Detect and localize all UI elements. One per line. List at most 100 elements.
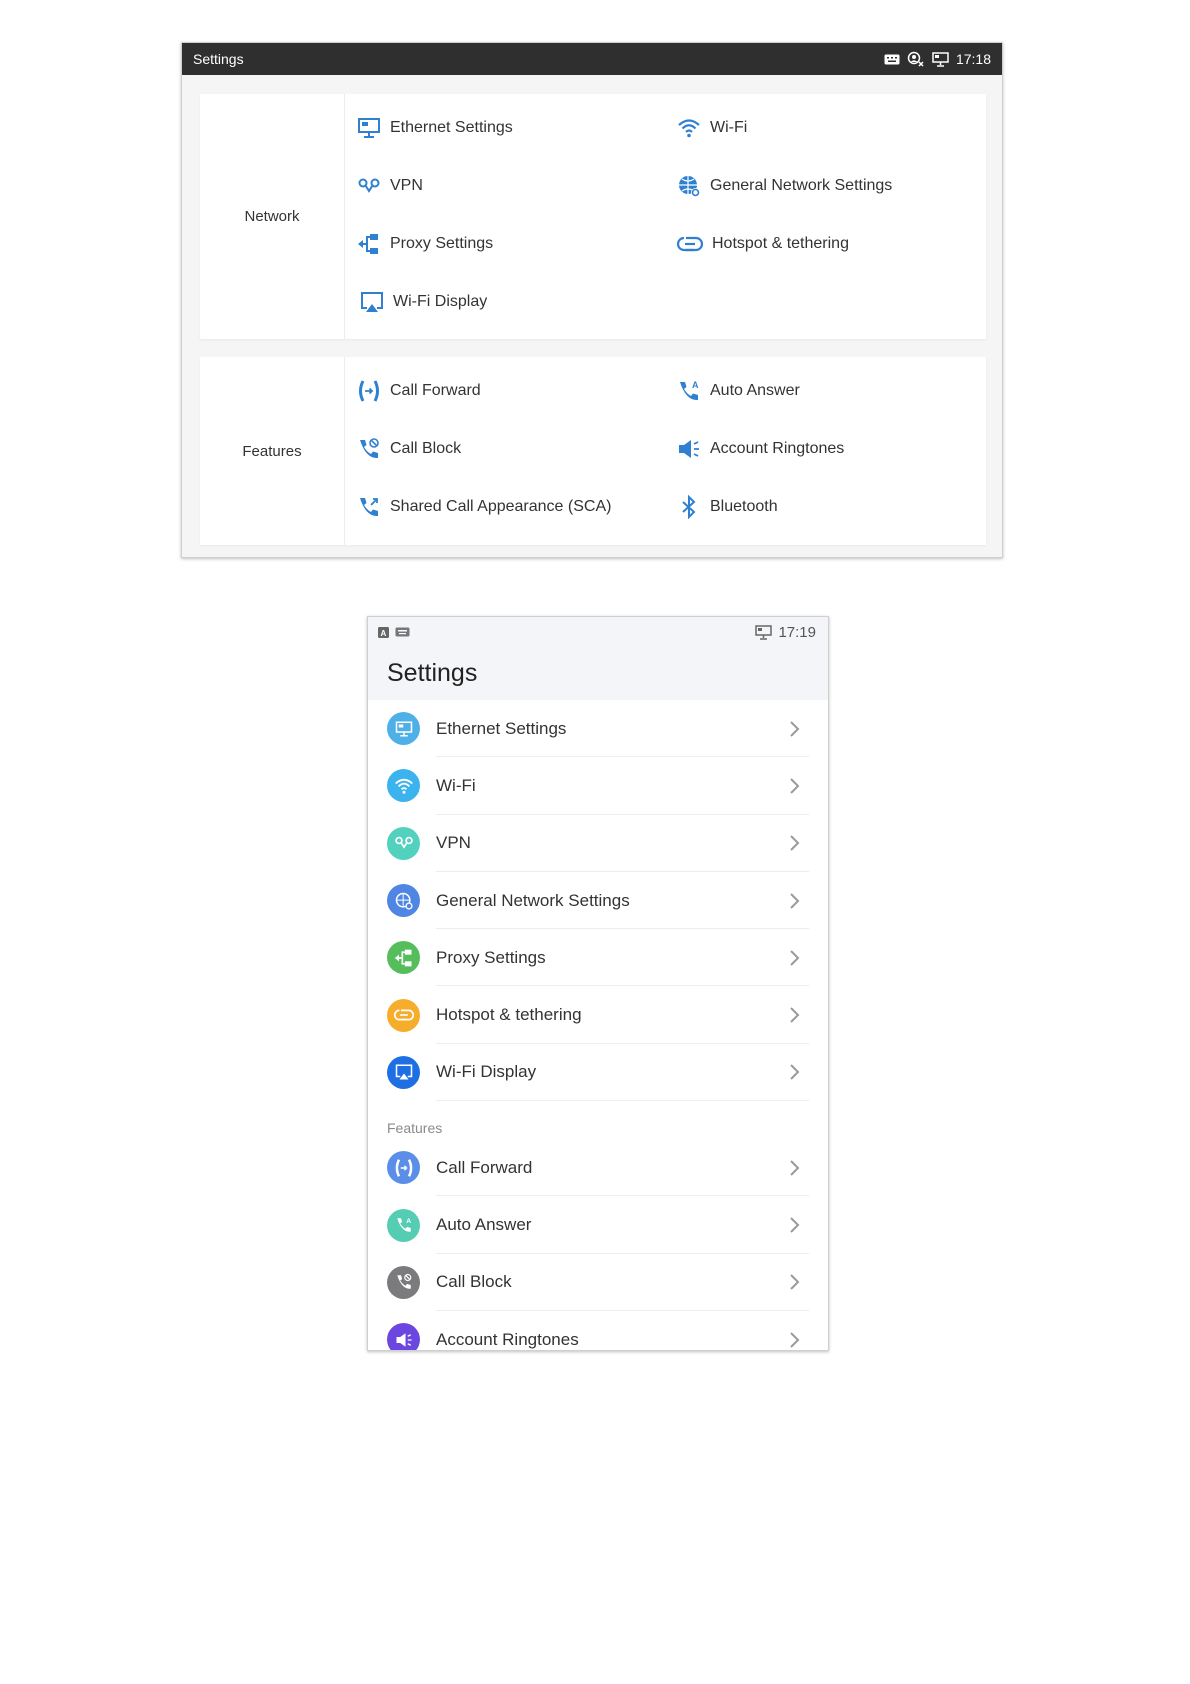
list-item-label: VPN — [436, 833, 471, 853]
portrait-clock: 17:19 — [778, 623, 816, 641]
chevron-right-icon — [784, 1006, 806, 1024]
list-item-label: Auto Answer — [436, 1215, 532, 1235]
chevron-right-icon — [784, 1063, 806, 1081]
proxy-icon — [387, 941, 420, 975]
ethernet-settings-item[interactable]: Ethernet Settings — [357, 113, 677, 143]
chevron-right-icon — [784, 777, 806, 795]
portrait-header: A 17:19 Settings — [368, 617, 828, 700]
call-block-item[interactable]: Call Block — [357, 434, 677, 464]
chevron-right-icon — [784, 834, 806, 852]
ethernet-icon — [755, 624, 773, 640]
list-item-label: Hotspot & tethering — [436, 1005, 582, 1025]
item-label: Hotspot & tethering — [712, 235, 849, 252]
proxy-icon — [358, 234, 378, 254]
auto-answer-icon: A — [387, 1208, 420, 1242]
list-item-wifi[interactable]: Wi-Fi — [387, 757, 828, 815]
chevron-right-icon — [784, 949, 806, 967]
item-label: Ethernet Settings — [390, 119, 513, 136]
call-forward-icon — [387, 1151, 420, 1185]
network-section: Network Ethernet Settings Wi-Fi VPN Gene… — [200, 94, 986, 339]
item-label: Wi-Fi Display — [393, 293, 488, 310]
item-label: General Network Settings — [710, 177, 893, 194]
list-item-label: Proxy Settings — [436, 947, 546, 967]
hotspot-icon — [387, 998, 420, 1032]
landscape-settings-screen: Settings 17:18 Network Ethernet Settings… — [181, 42, 1003, 558]
account-ringtones-item[interactable]: Account Ringtones — [677, 434, 986, 464]
list-item-label: Wi-Fi Display — [436, 1062, 537, 1082]
list-item-hotspot-tethering[interactable]: Hotspot & tethering — [387, 986, 828, 1044]
item-label: Shared Call Appearance (SCA) — [390, 498, 612, 515]
list-item-auto-answer[interactable]: A Auto Answer — [387, 1196, 828, 1254]
globe-gear-icon — [679, 176, 700, 197]
call-block-icon — [360, 438, 379, 459]
portrait-settings-screen: A 17:19 Settings Ethernet Settings Wi-Fi — [367, 616, 829, 1351]
ethernet-icon — [387, 712, 420, 746]
bluetooth-icon — [682, 495, 696, 519]
features-section: Features Call Forward A Auto Answer Call… — [200, 357, 986, 545]
svg-text:A: A — [406, 1218, 411, 1225]
list-item-label: Account Ringtones — [436, 1329, 579, 1349]
cast-screen-icon — [361, 292, 383, 312]
list-item-vpn[interactable]: VPN — [387, 815, 828, 872]
item-label: Call Forward — [390, 382, 481, 399]
speaker-icon — [679, 440, 699, 458]
call-block-icon — [387, 1265, 420, 1299]
settings-list: Ethernet Settings Wi-Fi VPN General Netw… — [368, 700, 828, 1350]
list-item-general-network-settings[interactable]: General Network Settings — [387, 872, 828, 930]
wifi-icon — [678, 119, 700, 138]
vpn-icon — [387, 826, 420, 860]
list-item-ethernet-settings[interactable]: Ethernet Settings — [387, 700, 828, 758]
page-title: Settings — [387, 659, 478, 687]
proxy-settings-item[interactable]: Proxy Settings — [357, 229, 677, 259]
hotspot-tethering-item[interactable]: Hotspot & tethering — [677, 229, 986, 259]
list-item-call-forward[interactable]: Call Forward — [387, 1139, 828, 1197]
item-label: Call Block — [390, 440, 462, 457]
list-item-proxy-settings[interactable]: Proxy Settings — [387, 929, 828, 987]
svg-text:A: A — [381, 629, 387, 638]
list-item-call-block[interactable]: Call Block — [387, 1254, 828, 1311]
landscape-status-bar: Settings 17:18 — [182, 43, 1002, 75]
cast-screen-icon — [387, 1055, 420, 1089]
hotspot-icon — [677, 236, 703, 252]
features-group-label: Features — [387, 1120, 443, 1137]
item-label: Wi-Fi — [710, 119, 748, 136]
chevron-right-icon — [784, 1331, 806, 1349]
list-item-label: General Network Settings — [436, 890, 630, 910]
item-label: Auto Answer — [710, 382, 800, 399]
call-forward-icon — [359, 380, 379, 402]
chevron-right-icon — [784, 1273, 806, 1291]
vpn-item[interactable]: VPN — [357, 171, 677, 201]
speaker-icon — [387, 1323, 420, 1350]
wifi-icon — [387, 769, 420, 803]
input-method-icon: A — [378, 626, 389, 638]
chevron-right-icon — [784, 1159, 806, 1177]
wifi-display-item[interactable]: Wi-Fi Display — [357, 287, 677, 317]
shared-call-appearance-item[interactable]: Shared Call Appearance (SCA) — [357, 492, 677, 522]
keyboard-icon — [395, 627, 410, 637]
portrait-status-bar: A 17:19 — [368, 617, 828, 647]
ethernet-icon — [932, 51, 949, 67]
wifi-item[interactable]: Wi-Fi — [677, 113, 986, 143]
svg-text:A: A — [692, 380, 699, 390]
section-label-features: Features — [200, 357, 345, 545]
landscape-title: Settings — [193, 51, 244, 67]
shared-call-icon — [360, 498, 378, 517]
general-network-settings-item[interactable]: General Network Settings — [677, 171, 986, 201]
keyboard-icon — [884, 54, 900, 64]
ethernet-icon — [358, 118, 380, 138]
list-item-wifi-display[interactable]: Wi-Fi Display — [387, 1044, 828, 1102]
item-label: Bluetooth — [710, 498, 778, 515]
list-item-account-ringtones[interactable]: Account Ringtones — [387, 1311, 828, 1350]
vpn-icon — [358, 178, 380, 193]
bluetooth-item[interactable]: Bluetooth — [677, 492, 986, 522]
call-forward-item[interactable]: Call Forward — [357, 376, 677, 406]
list-item-label: Ethernet Settings — [436, 718, 567, 738]
item-label: Account Ringtones — [710, 440, 845, 457]
chevron-right-icon — [784, 892, 806, 910]
landscape-clock: 17:18 — [955, 51, 991, 67]
user-blocked-icon — [907, 51, 924, 67]
auto-answer-item[interactable]: A Auto Answer — [677, 376, 986, 406]
item-label: VPN — [390, 177, 423, 194]
landscape-status-icons: 17:18 — [884, 51, 991, 67]
list-item-label: Call Forward — [436, 1157, 533, 1177]
